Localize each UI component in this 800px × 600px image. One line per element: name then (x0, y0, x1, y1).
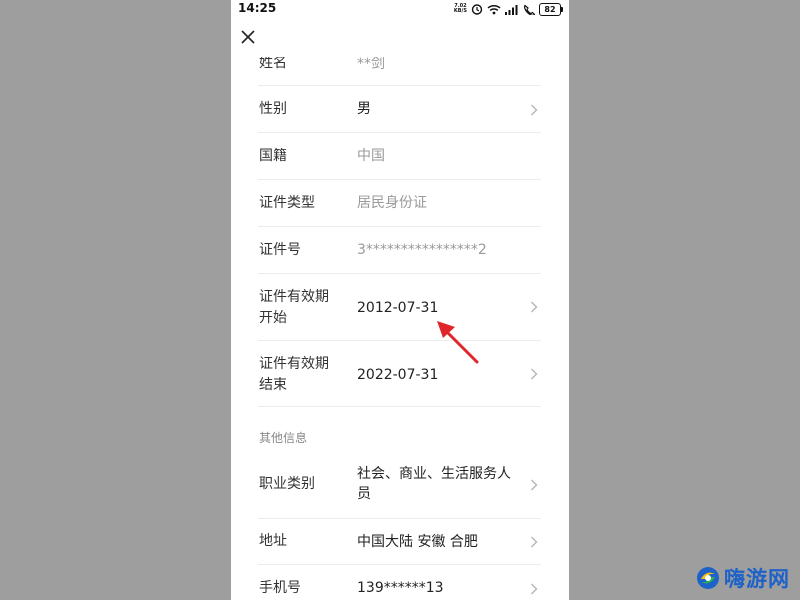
row-value: 中国大陆 安徽 合肥 (357, 534, 478, 550)
wifi-icon (487, 4, 501, 14)
row-phone[interactable]: 手机号 139******13 (258, 565, 541, 600)
watermark-text: 嗨游网 (724, 567, 790, 591)
watermark-logo-icon (697, 567, 719, 589)
row-value: 2012-07-31 (357, 300, 439, 316)
chevron-right-icon (531, 368, 538, 380)
signal-icon (505, 4, 518, 15)
row-id-number: 证件号 3****************2 (258, 227, 541, 274)
watermark: 嗨游网 (696, 564, 790, 592)
status-icons: 7.02 KB/S 82 (454, 2, 563, 16)
row-id-type: 证件类型 居民身份证 (258, 180, 541, 227)
row-id-valid-end[interactable]: 证件有效期结束 2022-07-31 (258, 341, 541, 407)
chevron-right-icon (531, 479, 538, 491)
chevron-right-icon (531, 301, 538, 313)
chevron-right-icon (531, 583, 538, 595)
network-speed-unit: KB/S (453, 8, 467, 14)
row-label: 职业类别 (259, 476, 315, 492)
row-label: 国籍 (259, 148, 287, 164)
row-value: 社会、商业、生活服务人员 (357, 466, 511, 502)
row-value: 139******13 (357, 580, 444, 596)
row-address[interactable]: 地址 中国大陆 安徽 合肥 (258, 519, 541, 565)
alarm-icon (471, 4, 483, 15)
hd-call-icon (524, 4, 535, 15)
chevron-right-icon (531, 104, 538, 116)
row-label: 证件有效期结束 (259, 356, 329, 393)
row-gender[interactable]: 性别 男 (258, 86, 541, 133)
network-speed: 7.02 KB/S (454, 4, 467, 14)
battery-icon: 82 (539, 2, 563, 16)
row-label: 性别 (259, 101, 287, 117)
row-label: 证件有效期开始 (259, 289, 329, 326)
row-label: 地址 (259, 533, 287, 549)
row-value: **剑 (357, 56, 385, 72)
row-value: 3****************2 (357, 242, 487, 258)
status-time: 14:25 (238, 1, 277, 15)
row-nationality: 国籍 中国 (258, 133, 541, 180)
row-value: 中国 (357, 148, 385, 164)
row-value: 男 (357, 101, 371, 117)
status-bar: 14:25 7.02 KB/S 82 (231, 0, 569, 19)
section-header-other-info: 其他信息 (259, 431, 308, 445)
row-occupation[interactable]: 职业类别 社会、商业、生活服务人员 (258, 450, 541, 519)
row-label: 手机号 (259, 580, 301, 596)
row-value: 2022-07-31 (357, 367, 439, 383)
row-label: 证件类型 (259, 195, 315, 211)
close-icon[interactable] (239, 28, 257, 46)
chevron-right-icon (531, 536, 538, 548)
row-id-valid-start[interactable]: 证件有效期开始 2012-07-31 (258, 274, 541, 341)
row-value: 居民身份证 (357, 195, 427, 211)
phone-screen: 14:25 7.02 KB/S 82 姓名 **剑 性别 男 国籍 中国 证件类… (231, 0, 569, 600)
row-label: 证件号 (259, 242, 301, 258)
top-bar (231, 19, 569, 57)
